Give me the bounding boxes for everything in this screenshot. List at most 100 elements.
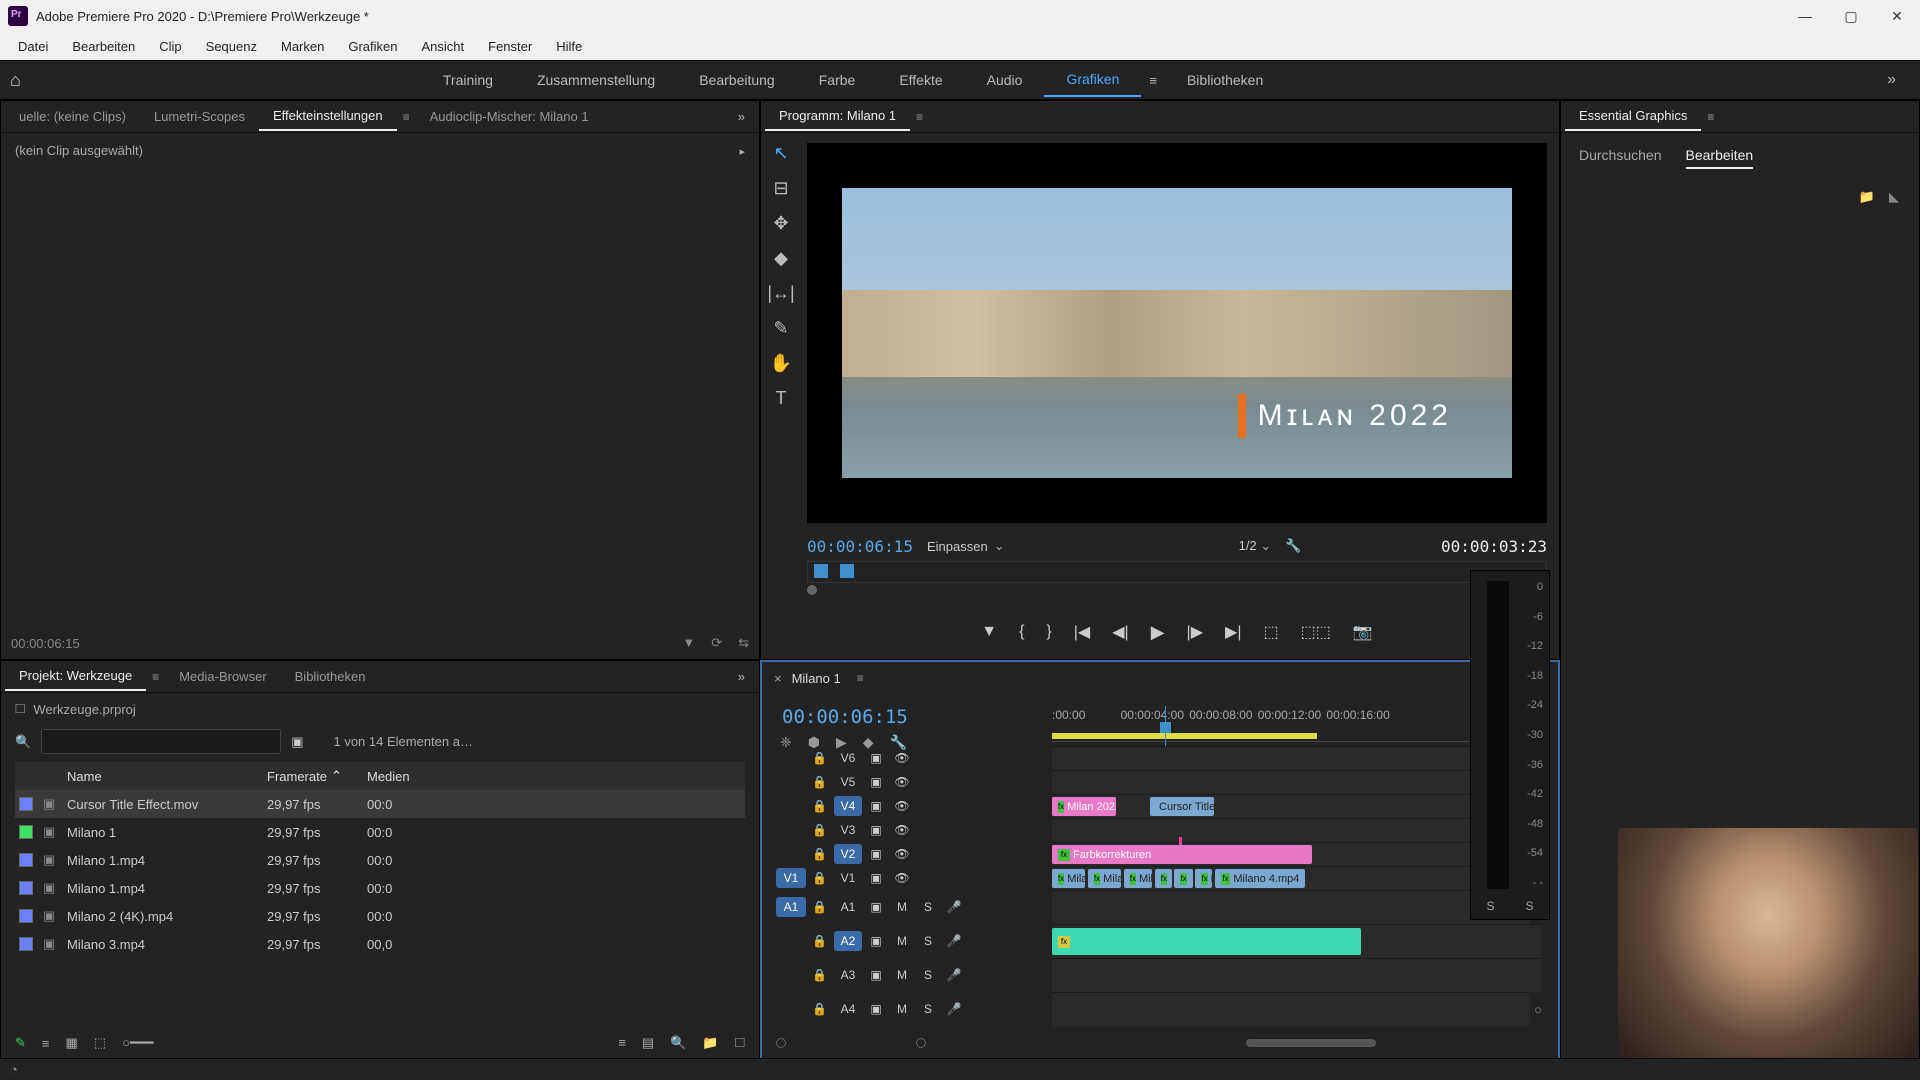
snap-icon[interactable]: ⇆ xyxy=(738,635,749,651)
tab-media-browser[interactable]: Media-Browser xyxy=(165,663,280,690)
clip-v1[interactable]: fxMila xyxy=(1088,869,1121,888)
play-button[interactable]: ▶ xyxy=(1151,622,1165,643)
vertical-center-icon[interactable]: ⊟ xyxy=(773,178,788,199)
timeline-timecode[interactable]: 00:00:06:15 xyxy=(782,706,908,728)
out-marker[interactable] xyxy=(840,564,854,578)
search-input[interactable] xyxy=(41,729,281,754)
project-row[interactable]: ▣Milano 2 (4K).mp429,97 fps00:0 xyxy=(15,902,745,930)
tab-overflow-icon[interactable]: » xyxy=(728,109,755,124)
clip-milan2022[interactable]: fxMilan 2022 xyxy=(1052,797,1116,816)
clip-audio[interactable]: fx xyxy=(1052,928,1361,955)
ws-bibliotheken[interactable]: Bibliotheken xyxy=(1165,64,1285,96)
mark-in-button[interactable]: { xyxy=(1019,623,1024,641)
project-menu-icon[interactable]: ≡ xyxy=(146,670,165,684)
mark-out-button[interactable]: } xyxy=(1046,623,1051,641)
tab-effekteinstellungen[interactable]: Effekteinstellungen xyxy=(259,102,397,131)
col-framerate[interactable]: Framerate ⌃ xyxy=(267,768,367,784)
hand-tool-icon[interactable]: ✋ xyxy=(770,353,792,374)
close-sequence-icon[interactable]: × xyxy=(774,671,782,686)
ws-bearbeitung[interactable]: Bearbeitung xyxy=(677,64,797,96)
menu-grafiken[interactable]: Grafiken xyxy=(336,35,409,58)
ws-overflow-icon[interactable]: » xyxy=(1873,71,1910,89)
pencil-icon[interactable]: ✎ xyxy=(15,1035,26,1051)
automate-icon[interactable]: ▤ xyxy=(642,1035,654,1051)
export-frame-button[interactable]: 📷 xyxy=(1353,622,1373,642)
menu-fenster[interactable]: Fenster xyxy=(476,35,544,58)
work-area-bar[interactable] xyxy=(1052,733,1317,739)
clip-cursor-title[interactable]: Cursor Title Effect. xyxy=(1150,797,1214,816)
tab-libraries[interactable]: Bibliotheken xyxy=(281,663,380,690)
ws-grafiken[interactable]: Grafiken xyxy=(1044,63,1141,97)
list-view-icon[interactable]: ≡ xyxy=(42,1036,50,1051)
menu-clip[interactable]: Clip xyxy=(147,35,193,58)
freeform-view-icon[interactable]: ⬚ xyxy=(94,1035,106,1051)
clip-v1[interactable]: fx xyxy=(1174,869,1193,888)
icon-view-icon[interactable]: ▦ xyxy=(66,1035,78,1051)
fit-dropdown[interactable]: Einpassen xyxy=(927,538,1005,554)
new-bin-icon[interactable]: 📁 xyxy=(702,1035,718,1051)
menu-bearbeiten[interactable]: Bearbeiten xyxy=(60,35,147,58)
lift-button[interactable]: ⬚ xyxy=(1263,622,1278,642)
bypass-icon[interactable]: ⟳ xyxy=(711,635,722,651)
in-marker[interactable] xyxy=(814,564,828,578)
tab-project[interactable]: Projekt: Werkzeuge xyxy=(5,662,146,691)
selection-tool-icon[interactable]: ↖ xyxy=(773,143,788,164)
step-forward-button[interactable]: |▶ xyxy=(1187,622,1203,642)
solo-right[interactable]: S xyxy=(1525,899,1533,913)
eg-menu-icon[interactable]: ≡ xyxy=(1701,110,1720,124)
step-back-button[interactable]: ◀| xyxy=(1112,622,1128,642)
clip-v1[interactable]: fxMilano 4.mp4 xyxy=(1215,869,1306,888)
filter-bin-icon[interactable]: ▣ xyxy=(291,734,303,750)
ws-zusammenstellung[interactable]: Zusammenstellung xyxy=(515,64,677,96)
eg-pin-icon[interactable]: ◣ xyxy=(1889,189,1899,205)
shape-icon[interactable]: ◆ xyxy=(774,248,788,269)
ws-menu-icon[interactable]: ≡ xyxy=(1141,73,1165,88)
extract-button[interactable]: ⬚⬚ xyxy=(1301,622,1331,642)
project-overflow-icon[interactable]: » xyxy=(728,669,755,684)
expand-icon[interactable] xyxy=(739,143,745,158)
menu-hilfe[interactable]: Hilfe xyxy=(544,35,594,58)
menu-sequenz[interactable]: Sequenz xyxy=(194,35,269,58)
project-row[interactable]: ▣Milano 1.mp429,97 fps00:0 xyxy=(15,846,745,874)
clip-v1[interactable]: fxMila xyxy=(1124,869,1153,888)
marker[interactable] xyxy=(1179,837,1182,845)
move-icon[interactable]: ✥ xyxy=(773,213,788,234)
find-icon[interactable]: 🔍 xyxy=(670,1035,686,1051)
program-ruler[interactable] xyxy=(807,561,1547,583)
eg-tab-edit[interactable]: Bearbeiten xyxy=(1686,147,1754,169)
col-media[interactable]: Medien xyxy=(367,768,447,784)
solo-left[interactable]: S xyxy=(1486,899,1494,913)
menu-ansicht[interactable]: Ansicht xyxy=(409,35,476,58)
zoom-dropdown[interactable]: 1/2 xyxy=(1239,538,1272,554)
program-menu-icon[interactable]: ≡ xyxy=(910,110,929,124)
project-row[interactable]: ▣Cursor Title Effect.mov29,97 fps00:0 xyxy=(15,790,745,818)
close-button[interactable]: ✕ xyxy=(1874,0,1920,32)
filter-icon[interactable]: ▼ xyxy=(682,635,695,651)
type-tool-icon[interactable]: T xyxy=(776,388,787,409)
clip-v1[interactable]: fx xyxy=(1155,869,1172,888)
tab-source[interactable]: uelle: (keine Clips) xyxy=(5,103,140,130)
pen-tool-icon[interactable]: ✎ xyxy=(773,318,788,339)
clip-v1[interactable]: fxMil xyxy=(1195,869,1212,888)
project-row[interactable]: ▣Milano 3.mp429,97 fps00,0 xyxy=(15,930,745,958)
program-viewport[interactable]: Mɪʟᴀɴ 2022 xyxy=(807,143,1547,523)
bin-icon[interactable]: 🞎 xyxy=(15,701,25,717)
add-marker-button[interactable]: ▼ xyxy=(981,623,997,641)
project-row[interactable]: ▣Milano 1.mp429,97 fps00:0 xyxy=(15,874,745,902)
crop-icon[interactable]: |↔| xyxy=(767,283,794,304)
eg-folder-icon[interactable]: 📁 xyxy=(1859,189,1875,205)
wrench-icon[interactable]: 🔧 xyxy=(1285,538,1301,554)
home-icon[interactable]: ⌂ xyxy=(10,70,21,91)
sort-icon[interactable]: ≡ xyxy=(618,1035,626,1051)
menu-datei[interactable]: Datei xyxy=(6,35,60,58)
tab-audiomixer[interactable]: Audioclip-Mischer: Milano 1 xyxy=(416,103,603,130)
timeline-scrollbar[interactable] xyxy=(776,1038,1542,1048)
clip-v1[interactable]: fxMila xyxy=(1052,869,1085,888)
clip-farbkorrekturen[interactable]: fxFarbkorrekturen xyxy=(1052,845,1312,864)
sequence-name[interactable]: Milano 1 xyxy=(792,671,841,686)
timeline-ruler[interactable]: :00:00 00:00:04:00 00:00:08:00 00:00:12:… xyxy=(1052,706,1542,742)
zoom-slider[interactable]: ○━━━ xyxy=(122,1035,153,1051)
tab-lumetri[interactable]: Lumetri-Scopes xyxy=(140,103,259,130)
eg-tab-browse[interactable]: Durchsuchen xyxy=(1579,147,1662,169)
tab-program[interactable]: Programm: Milano 1 xyxy=(765,102,910,131)
